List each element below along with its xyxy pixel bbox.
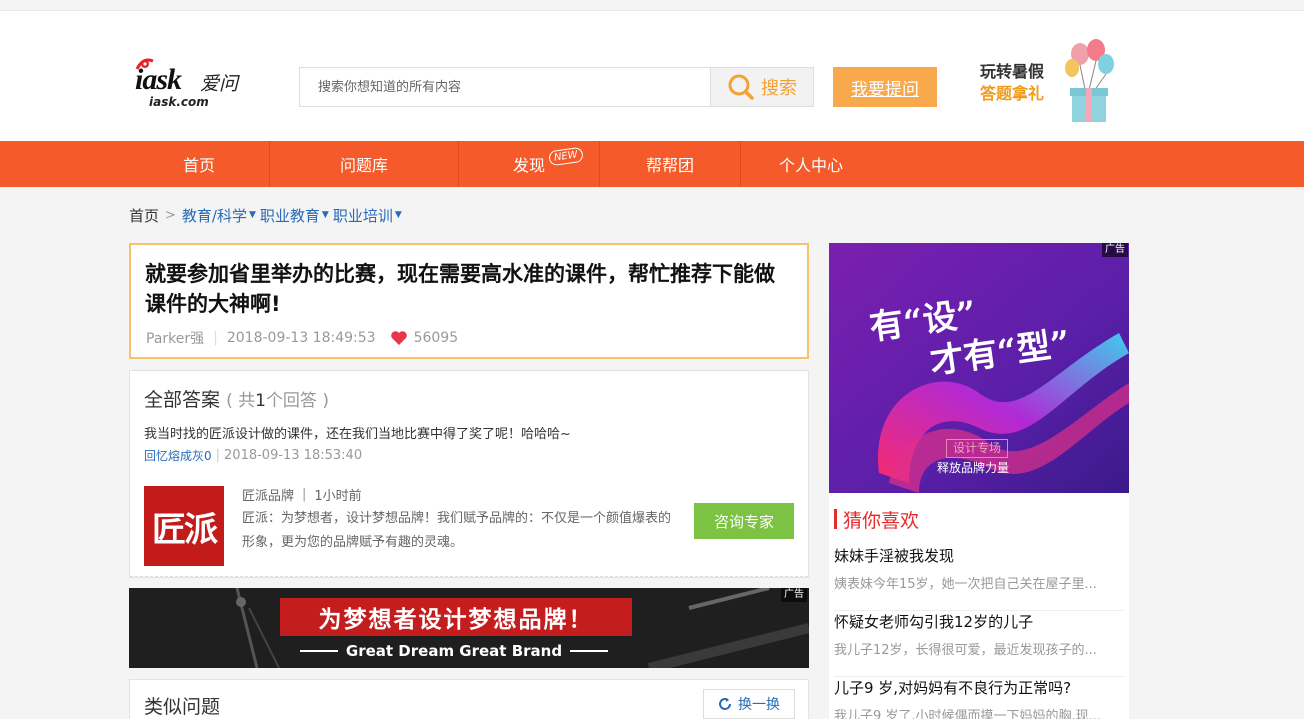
side-ad[interactable]: 有“设” 才有“型” 设计专场 释放品牌力量 广告 (829, 243, 1129, 493)
breadcrumb-education-label: 教育/科学 (181, 206, 247, 225)
banner-tagline: Great Dream Great Brand (345, 642, 563, 660)
gift-balloons-icon (1065, 39, 1114, 122)
breadcrumb-home[interactable]: 首页 (129, 205, 159, 226)
question-card: 就要参加省里举办的比赛，现在需要高水准的课件，帮忙推荐下能做课件的大神啊! Pa… (129, 243, 809, 359)
breadcrumb-vocational[interactable]: 职业教育 ▼ (260, 205, 329, 226)
summer-promo[interactable]: 玩转暑假 答题拿礼 (980, 38, 1120, 128)
top-strip (0, 0, 1304, 11)
guess-title: 猜你喜欢 (834, 509, 919, 532)
ask-question-button[interactable]: 我要提问 (833, 67, 937, 107)
logo-domain: iask.com (149, 95, 209, 109)
refresh-icon (719, 698, 731, 710)
guess-item-desc: 姨表妹今年15岁，她一次把自己关在屋子里... (834, 577, 1097, 592)
nav-home-label: 首页 (182, 156, 215, 175)
side-ad-subtitle: 释放品牌力量 (937, 461, 1010, 475)
banner-ad[interactable]: 为梦想者设计梦想品牌！ Great Dream Great Brand 广告 (129, 588, 809, 668)
heart-icon[interactable] (390, 330, 408, 346)
breadcrumb-education[interactable]: 教育/科学 ▼ (182, 205, 256, 226)
chevron-down-icon: ▼ (248, 210, 256, 220)
search-button-label: 搜索 (761, 78, 797, 99)
banner-rule (570, 650, 609, 652)
similar-questions-card: 类似问题 换一换 (129, 679, 809, 719)
sponsor-description: 匠派：为梦想者，设计梦想品牌！我们赋予品牌的：不仅是一个颜值爆表的形象，更为您的… (242, 511, 672, 550)
answer-meta: 回忆熔成灰0 | 2018-09-13 18:53:40 (144, 447, 362, 464)
nav-help-team-label: 帮帮团 (645, 156, 694, 175)
similar-title: 类似问题 (144, 696, 221, 718)
answer-text: 我当时找的匠派设计做的课件，还在我们当地比赛中得了奖了呢！哈哈哈~ (144, 427, 571, 442)
banner-rule (299, 650, 338, 652)
refresh-label: 换一换 (738, 697, 780, 713)
nav-personal-center[interactable]: 个人中心 (741, 141, 881, 187)
consult-expert-button[interactable]: 咨询专家 (694, 503, 794, 539)
question-title: 就要参加省里举办的比赛，现在需要高水准的课件，帮忙推荐下能做课件的大神啊! (145, 262, 775, 316)
search-button[interactable]: 搜索 (710, 67, 814, 107)
breadcrumb-separator: > (165, 207, 176, 223)
guess-item[interactable]: 妹妹手淫被我发现 姨表妹今年15岁，她一次把自己关在屋子里... (834, 545, 1124, 611)
nav-question-bank[interactable]: 问题库 (270, 141, 458, 187)
ad-label: 广告 (1102, 243, 1128, 257)
chevron-down-icon: ▼ (321, 210, 329, 220)
guess-item[interactable]: 怀疑女老师勾引我12岁的儿子 我儿子12岁，长得很可爱，最近发现孩子的... (834, 611, 1124, 677)
sponsor-name[interactable]: 匠派品牌 (242, 485, 294, 504)
meta-divider: | (213, 330, 218, 346)
answer-time: 2018-09-13 18:53:40 (224, 448, 363, 463)
header: iask 爱问 iask.com 搜索 我要提问 玩转暑假 答题拿礼 (0, 11, 1304, 141)
answers-count-prefix: ( 共 (226, 391, 256, 411)
nav-personal-center-label: 个人中心 (778, 156, 843, 175)
promo-line-2: 答题拿礼 (980, 84, 1045, 103)
guess-item-title: 妹妹手淫被我发现 (834, 547, 955, 565)
nav-home[interactable]: 首页 (129, 141, 269, 187)
nav-help-team[interactable]: 帮帮团 (600, 141, 740, 187)
search-icon (728, 74, 754, 100)
logo-cn-text: 爱问 (200, 73, 239, 95)
logo-text: iask (135, 63, 182, 96)
breadcrumb-training[interactable]: 职业培训 ▼ (333, 205, 402, 226)
question-likes: 56095 (413, 330, 459, 346)
nav-discover-label: 发现 (512, 156, 545, 175)
dashed-divider (130, 576, 808, 577)
banner-tagline-row: Great Dream Great Brand (294, 642, 614, 660)
banner-headline: 为梦想者设计梦想品牌！ (280, 598, 632, 636)
guess-you-like: 猜你喜欢 妹妹手淫被我发现 姨表妹今年15岁，她一次把自己关在屋子里... 怀疑… (829, 493, 1129, 719)
answers-card: 全部答案 ( 共1个回答 ) 我当时找的匠派设计做的课件，还在我们当地比赛中得了… (129, 370, 809, 578)
guess-item-title: 怀疑女老师勾引我12岁的儿子 (834, 613, 1034, 631)
answers-count: 1 (255, 391, 266, 411)
nav-discover[interactable]: 发现 NEW (459, 141, 599, 187)
question-meta: Parker强 | 2018-09-13 18:49:53 56095 (146, 328, 458, 348)
ad-label: 广告 (781, 588, 807, 602)
guess-item-desc: 我儿子12岁，长得很可爱，最近发现孩子的... (834, 643, 1097, 658)
side-ad-tag: 设计专场 (946, 439, 1009, 458)
new-badge: NEW (548, 146, 584, 167)
guess-item-title: 儿子9 岁,对妈妈有不良行为正常吗? (834, 679, 1072, 697)
sponsor-time: 1小时前 (314, 489, 362, 504)
search-input[interactable] (299, 67, 711, 107)
chevron-down-icon: ▼ (394, 210, 402, 220)
sponsor-logo[interactable]: 匠派 (144, 486, 224, 566)
question-time: 2018-09-13 18:49:53 (226, 330, 376, 346)
answer-user[interactable]: 回忆熔成灰0 (144, 447, 212, 464)
breadcrumb-training-label: 职业培训 (332, 206, 393, 225)
refresh-button[interactable]: 换一换 (703, 689, 795, 719)
guess-item[interactable]: 儿子9 岁,对妈妈有不良行为正常吗? 我儿子9 岁了,小时候偶而摸一下妈妈的胸,… (834, 677, 1124, 719)
guess-item-desc: 我儿子9 岁了,小时候偶而摸一下妈妈的胸,现... (834, 709, 1102, 719)
answers-count-suffix: 个回答 ) (265, 391, 329, 411)
answers-title: 全部答案 ( 共1个回答 ) (144, 385, 329, 412)
meta-divider: | (302, 487, 307, 502)
answers-title-text: 全部答案 (144, 389, 221, 411)
nav-question-bank-label: 问题库 (339, 156, 388, 175)
breadcrumb-vocational-label: 职业教育 (259, 206, 320, 225)
question-author[interactable]: Parker强 (146, 328, 204, 348)
breadcrumb: 首页 > 教育/科学 ▼ 职业教育 ▼ 职业培训 ▼ (129, 204, 402, 226)
sponsor-header: 匠派品牌 | 1小时前 (242, 485, 362, 504)
iask-logo[interactable]: iask 爱问 iask.com (135, 55, 250, 110)
main-nav: 首页 问题库 发现 NEW 帮帮团 个人中心 (0, 141, 1304, 187)
meta-divider: | (215, 448, 221, 463)
promo-line-1: 玩转暑假 (980, 62, 1045, 81)
